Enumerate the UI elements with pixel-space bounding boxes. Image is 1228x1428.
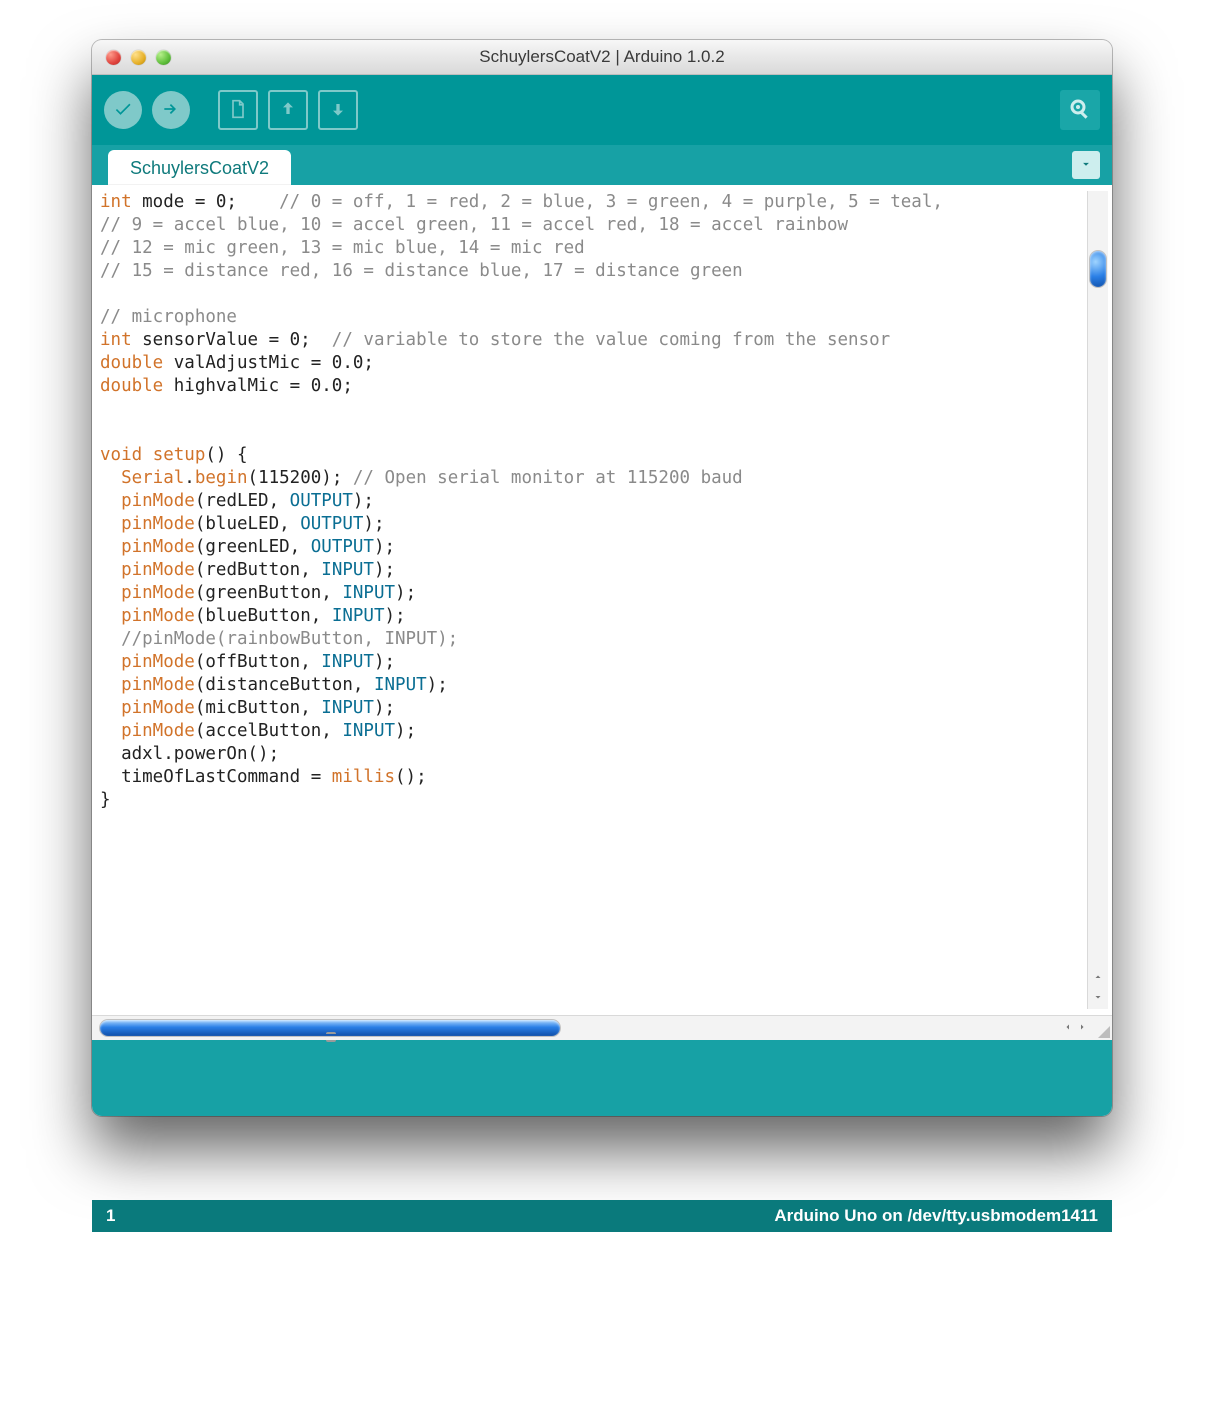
- scroll-up-icon[interactable]: [1088, 967, 1108, 987]
- window-controls: [106, 50, 171, 65]
- stage: SchuylersCoatV2 | Arduino 1.0.2: [0, 0, 1228, 1428]
- tabs-dropdown-button[interactable]: [1072, 151, 1100, 179]
- vertical-scrollbar[interactable]: [1087, 191, 1108, 1009]
- open-sketch-button[interactable]: [268, 90, 308, 130]
- save-sketch-button[interactable]: [318, 90, 358, 130]
- resize-corner-icon[interactable]: [1094, 1022, 1110, 1038]
- titlebar: SchuylersCoatV2 | Arduino 1.0.2: [92, 40, 1112, 75]
- scroll-down-icon[interactable]: [1088, 987, 1108, 1007]
- arduino-ide-window: SchuylersCoatV2 | Arduino 1.0.2: [92, 40, 1112, 1116]
- horizontal-scroll-arrows: [1062, 1016, 1088, 1040]
- scroll-left-icon[interactable]: [1062, 1020, 1074, 1036]
- zoom-icon[interactable]: [156, 50, 171, 65]
- verify-button[interactable]: [104, 91, 142, 129]
- upload-button[interactable]: [152, 91, 190, 129]
- file-icon: [228, 99, 248, 122]
- serial-monitor-button[interactable]: [1060, 90, 1100, 130]
- magnifier-icon: [1068, 97, 1092, 124]
- window-title: SchuylersCoatV2 | Arduino 1.0.2: [92, 47, 1112, 67]
- new-sketch-button[interactable]: [218, 90, 258, 130]
- tab-strip: SchuylersCoatV2: [92, 145, 1112, 185]
- arrow-up-icon: [278, 99, 298, 122]
- toolbar: [92, 75, 1112, 145]
- console-area: [92, 1040, 1112, 1116]
- arrow-down-icon: [328, 99, 348, 122]
- status-left: 1: [106, 1206, 115, 1226]
- vertical-scroll-thumb[interactable]: [1090, 251, 1106, 287]
- status-board-port: Arduino Uno on /dev/tty.usbmodem1411: [774, 1206, 1098, 1226]
- editor-area: int mode = 0; // 0 = off, 1 = red, 2 = b…: [92, 185, 1112, 1116]
- arrow-right-icon: [161, 99, 181, 122]
- scroll-right-icon[interactable]: [1076, 1020, 1088, 1036]
- chevron-down-icon: [1079, 157, 1093, 174]
- check-icon: [113, 99, 133, 122]
- code-editor[interactable]: int mode = 0; // 0 = off, 1 = red, 2 = b…: [92, 185, 1112, 1015]
- scroll-grip-icon: [326, 1032, 336, 1042]
- tab-active[interactable]: SchuylersCoatV2: [108, 150, 291, 185]
- code-content[interactable]: int mode = 0; // 0 = off, 1 = red, 2 = b…: [92, 185, 1112, 818]
- status-bar: 1 Arduino Uno on /dev/tty.usbmodem1411: [92, 1200, 1112, 1232]
- minimize-icon[interactable]: [131, 50, 146, 65]
- horizontal-scrollbar[interactable]: [92, 1015, 1112, 1040]
- close-icon[interactable]: [106, 50, 121, 65]
